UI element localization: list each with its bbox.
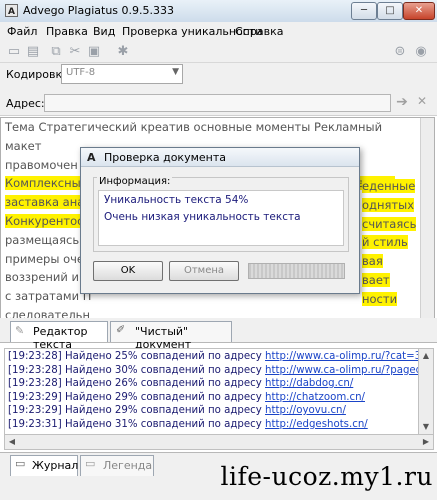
legend-icon: ▭ [85, 457, 96, 470]
paste-icon[interactable]: ▣ [86, 44, 102, 60]
uniqueness-result: Уникальность текста 54% [104, 194, 249, 206]
log-entry: [19:23:28] Найдено 26% совпадений по адр… [8, 378, 353, 389]
app-icon: A [5, 4, 18, 17]
go-arrow-icon[interactable]: ➔ [395, 94, 409, 110]
log-entry-link[interactable]: http://www.ca-olimp.ru/?cat=3&paged=4 [265, 351, 419, 362]
chevron-down-icon: ▼ [172, 67, 179, 77]
watermark: life-ucoz.my1.ru [220, 462, 433, 491]
copy-icon[interactable]: ⧉ [48, 44, 64, 60]
log-entry-link[interactable]: http://dabdog.cn/ [265, 378, 353, 389]
editor-line-fragment: вая [362, 254, 383, 269]
open-file-icon[interactable]: ▤ [25, 44, 41, 60]
tab-text-editor[interactable]: ✎ Редактор текста [10, 321, 108, 351]
menu-help[interactable]: Справка [235, 25, 283, 38]
new-file-icon[interactable]: ▭ [6, 44, 22, 60]
log-entry-link[interactable]: http://www.ca-olimp.ru/?paged=3 [265, 365, 419, 376]
scroll-right-icon[interactable]: ▶ [420, 436, 432, 448]
close-button[interactable]: ✕ [403, 2, 435, 20]
encoding-select[interactable]: UTF-8 ▼ [61, 64, 183, 84]
cancel-button[interactable]: Отмена [169, 261, 239, 281]
log-entry: [19:23:28] Найдено 30% совпадений по адр… [8, 364, 419, 376]
editor-line-fragment: вает [362, 272, 390, 287]
log-entry: [19:23:28] Найдено 25% совпадений по адр… [8, 351, 419, 362]
menu-file[interactable]: Файл [7, 25, 37, 38]
toolbar [0, 42, 437, 63]
tab-clean-document[interactable]: ✐ "Чистый" документ [110, 321, 232, 351]
editor-line-fragment: ности [362, 291, 398, 306]
uniqueness-verdict: Очень низкая уникальность текста [104, 211, 301, 223]
check-document-dialog: A Проверка документа Информация: Уникаль… [80, 147, 360, 294]
editor-line-fragment: еденные [362, 179, 416, 193]
progress-bar [248, 263, 345, 279]
log-entry-text: [19:23:29] Найдено 29% совпадений по адр… [8, 391, 266, 403]
minimize-button[interactable]: ─ [351, 2, 377, 20]
encoding-value: UTF-8 [66, 67, 96, 78]
info-icon[interactable]: ◉ [413, 44, 429, 60]
window-title: Advego Plagiatus 0.9.5.333 [23, 4, 175, 17]
scroll-left-icon[interactable]: ◀ [6, 436, 18, 448]
log-scrollbar-vertical[interactable]: ▲ ▼ [418, 348, 434, 435]
log-entry-link[interactable]: http://edgeshots.cn/ [265, 419, 368, 430]
editor-scrollbar[interactable] [420, 118, 434, 318]
svg-text:A: A [8, 7, 15, 17]
editor-line-fragment: й стиль [362, 235, 408, 250]
log-entry-text: [19:23:28] Найдено 25% совпадений по адр… [8, 351, 266, 362]
cut-icon[interactable]: ✂ [67, 44, 83, 60]
log-entry-text: [19:23:28] Найдено 30% совпадений по адр… [8, 364, 266, 376]
log-scrollbar-horizontal[interactable]: ◀ ▶ [4, 434, 434, 450]
dialog-app-icon: A [87, 151, 96, 164]
maximize-button[interactable]: □ [377, 2, 403, 20]
log-entry: [19:23:31] Найдено 31% совпадений по адр… [8, 419, 368, 430]
dialog-title: Проверка документа [104, 151, 226, 164]
settings-icon[interactable]: ⊜ [392, 44, 408, 60]
ok-button[interactable]: OK [93, 261, 163, 281]
info-label: Информация: [97, 176, 173, 187]
log-entry: [19:23:29] Найдено 29% совпадений по адр… [8, 392, 365, 403]
log-entry-link[interactable]: http://chatzoom.cn/ [265, 392, 365, 403]
menu-view[interactable]: Вид [93, 25, 115, 38]
editor-text-fragments: еденные однятых считаясь й стиль вая вает ност… [362, 177, 418, 309]
log-entry-text: [19:23:29] Найдено 29% совпадений по адр… [8, 405, 266, 416]
tab-legend-label: Легенда [103, 459, 153, 472]
log-entry-text: [19:23:31] Найдено 31% совпадений по адр… [8, 418, 266, 430]
tab-journal-label: Журнал [32, 459, 79, 472]
editor-line-fragment: однятых [362, 197, 415, 212]
log-entry-link[interactable]: http://oyovu.cn/ [265, 405, 346, 416]
stop-icon[interactable]: ✕ [415, 94, 429, 110]
address-label: Адрес: [6, 97, 45, 110]
address-input[interactable] [44, 94, 391, 112]
check-uniqueness-icon[interactable]: ✱ [115, 44, 131, 60]
info-box: Уникальность текста 54% Очень низкая уни… [98, 190, 344, 246]
brush-icon: ✐ [116, 323, 126, 336]
journal-icon: ▭ [15, 457, 26, 470]
scroll-down-icon[interactable]: ▼ [420, 421, 432, 433]
scroll-up-icon[interactable]: ▲ [420, 350, 432, 362]
log-entry: [19:23:29] Найдено 29% совпадений по адр… [8, 405, 346, 416]
menu-edit[interactable]: Правка [46, 25, 88, 38]
tab-journal[interactable]: ▭ Журнал [10, 455, 78, 476]
editor-line-fragment: считаясь [362, 216, 417, 231]
log-list: [19:23:28] Найдено 25% совпадений по адр… [4, 348, 420, 435]
log-entry-text: [19:23:28] Найдено 26% совпадений по адр… [8, 378, 266, 389]
pencil-icon: ✎ [15, 324, 25, 337]
tab-legend[interactable]: ▭ Легенда [80, 455, 154, 476]
